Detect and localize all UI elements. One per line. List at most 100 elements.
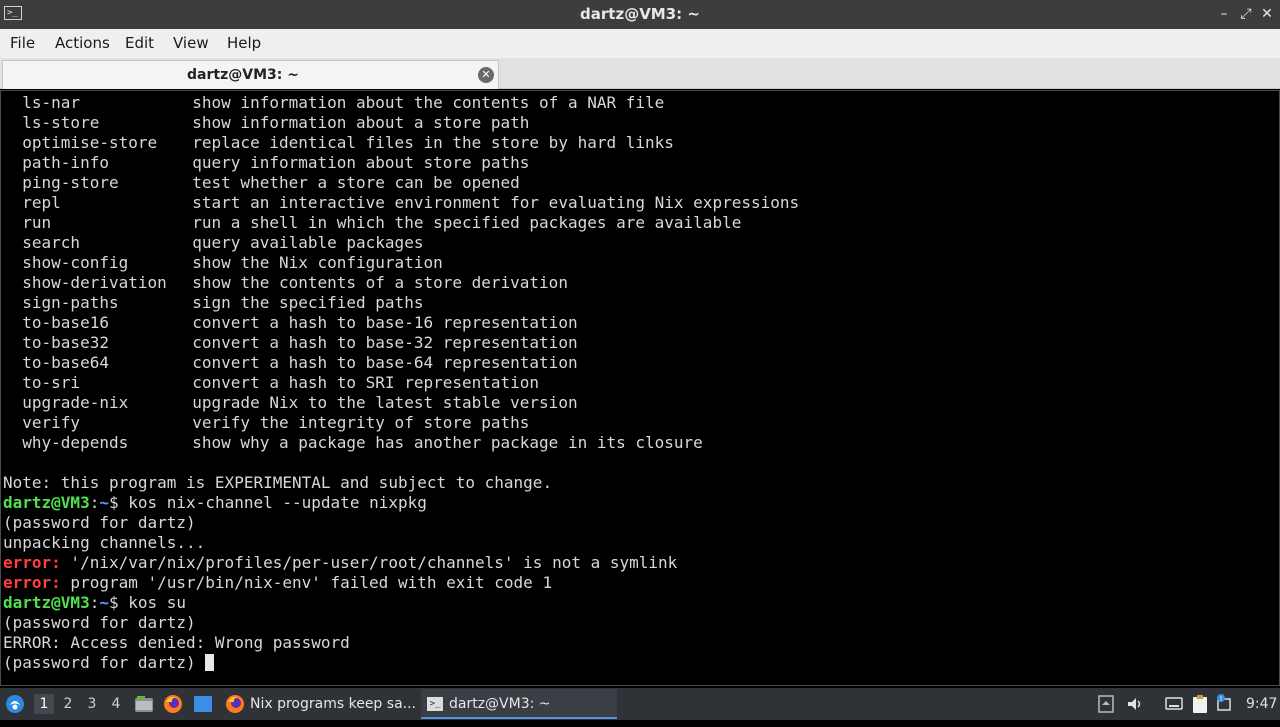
help-command-row: path-info query information about store p… <box>3 153 799 173</box>
command-name: sign-paths <box>22 293 119 312</box>
prompt-user: dartz@VM3 <box>3 593 90 612</box>
show-desktop-icon[interactable] <box>193 688 215 720</box>
prompt-path: ~ <box>99 493 109 512</box>
network-icon[interactable]: ! <box>1215 688 1235 720</box>
command-name: repl <box>22 193 61 212</box>
help-command-row: run run a shell in which the specified pa… <box>3 213 799 233</box>
workspace-1[interactable]: 1 <box>34 694 54 714</box>
command-line-1: dartz@VM3:~$ kos nix-channel --update ni… <box>3 493 799 513</box>
command-description: upgrade Nix to the latest stable version <box>192 393 578 412</box>
menu-view[interactable]: View <box>173 29 209 58</box>
command-description: start an interactive environment for eva… <box>192 193 800 212</box>
error-label: error: <box>3 553 61 572</box>
command-name: path-info <box>22 153 109 172</box>
row-indent <box>3 213 22 232</box>
workspace-2[interactable]: 2 <box>58 694 78 714</box>
command-name: ls-nar <box>22 93 81 112</box>
help-command-row: verify verify the integrity of store path… <box>3 413 799 433</box>
command-description: show the Nix configuration <box>192 253 443 272</box>
help-command-row: ping-store test whether a store can be op… <box>3 173 799 193</box>
window-titlebar: >_ dartz@VM3: ~ – ⤢ ✕ <box>0 0 1280 29</box>
command-name: optimise-store <box>22 133 158 152</box>
command-name: upgrade-nix <box>22 393 129 412</box>
prompt-colon: : <box>89 593 100 612</box>
task-terminal[interactable]: >_ dartz@VM3: ~ <box>421 689 617 719</box>
help-command-row: optimise-store replace identical files in… <box>3 133 799 153</box>
row-indent <box>3 293 22 312</box>
window-title: dartz@VM3: ~ <box>580 5 700 23</box>
command-description: show information about the contents of a… <box>192 93 665 112</box>
row-indent <box>3 253 22 272</box>
tab-strip: dartz@VM3: ~ ✕ <box>0 58 1280 89</box>
prompt-end: $ <box>108 593 119 612</box>
restore-icon[interactable]: ⤢ <box>1236 4 1256 24</box>
firefox-icon[interactable] <box>163 688 185 720</box>
command-name: to-base64 <box>22 353 109 372</box>
close-icon[interactable]: ✕ <box>1257 4 1277 24</box>
tab-title: dartz@VM3: ~ <box>187 67 299 83</box>
prompt-colon: : <box>89 493 100 512</box>
command-name: to-base16 <box>22 313 109 332</box>
terminal-view[interactable]: ls-nar show information about the content… <box>0 90 1280 686</box>
help-command-row: show-derivation show the contents of a st… <box>3 273 799 293</box>
command-name: verify <box>22 413 81 432</box>
menu-edit[interactable]: Edit <box>125 29 154 58</box>
password-prompt-current[interactable]: (password for dartz) <box>3 653 799 673</box>
command-description: replace identical files in the store by … <box>192 133 674 152</box>
row-indent <box>3 113 22 132</box>
workspace-4[interactable]: 4 <box>106 694 126 714</box>
clock[interactable]: 9:47 <box>1246 688 1278 720</box>
command-name: show-config <box>22 253 129 272</box>
help-command-row: search query available packages <box>3 233 799 253</box>
task-firefox[interactable]: Nix programs keep sa... <box>220 689 418 719</box>
password-prompt: (password for dartz) <box>3 613 196 632</box>
error-text: '/nix/var/nix/profiles/per-user/root/cha… <box>60 553 678 572</box>
start-menu-icon[interactable] <box>4 688 28 720</box>
command-name: to-sri <box>22 373 81 392</box>
error-line-2: error: program '/usr/bin/nix-env' failed… <box>3 573 799 593</box>
command-description: query available packages <box>192 233 424 252</box>
error-text: program '/usr/bin/nix-env' failed with e… <box>60 573 553 592</box>
command-description: query information about store paths <box>192 153 530 172</box>
file-manager-icon[interactable] <box>134 688 156 720</box>
help-command-row: ls-store show information about a store p… <box>3 113 799 133</box>
minimize-icon[interactable]: – <box>1214 4 1234 24</box>
task-label: Nix programs keep sa... <box>250 696 415 712</box>
row-indent <box>3 273 22 292</box>
terminal-icon: >_ <box>427 697 443 711</box>
row-indent <box>3 153 22 172</box>
command-list: ls-nar show information about the content… <box>3 93 799 453</box>
tray-arrow-icon[interactable] <box>1098 688 1116 720</box>
menu-file[interactable]: File <box>10 29 35 58</box>
row-indent <box>3 413 22 432</box>
row-indent <box>3 373 22 392</box>
volume-icon[interactable] <box>1126 688 1146 720</box>
row-indent <box>3 193 22 212</box>
help-command-row: to-base64 convert a hash to base-64 repre… <box>3 353 799 373</box>
row-indent <box>3 93 22 112</box>
password-prompt-text: (password for dartz) <box>3 653 206 672</box>
tab-terminal[interactable]: dartz@VM3: ~ ✕ <box>2 60 499 89</box>
help-command-row: why-depends show why a package has anothe… <box>3 433 799 453</box>
menu-help[interactable]: Help <box>227 29 261 58</box>
help-command-row: to-base32 convert a hash to base-32 repre… <box>3 333 799 353</box>
svg-text:!: ! <box>1220 695 1223 703</box>
command-line-2: dartz@VM3:~$ kos su <box>3 593 799 613</box>
row-indent <box>3 433 22 452</box>
clipboard-icon[interactable] <box>1191 688 1211 720</box>
command-name: ls-store <box>22 113 100 132</box>
command-name: show-derivation <box>22 273 167 292</box>
row-indent <box>3 133 22 152</box>
help-command-row: show-config show the Nix configuration <box>3 253 799 273</box>
workspace-3[interactable]: 3 <box>82 694 102 714</box>
prompt-user: dartz@VM3 <box>3 493 90 512</box>
help-command-row: ls-nar show information about the content… <box>3 93 799 113</box>
command-description: verify the integrity of store paths <box>192 413 530 432</box>
command-text: kos su <box>118 593 187 612</box>
tab-close-icon[interactable]: ✕ <box>478 67 494 83</box>
command-description: test whether a store can be opened <box>192 173 520 192</box>
keyboard-icon[interactable] <box>1165 688 1185 720</box>
row-indent <box>3 333 22 352</box>
menu-actions[interactable]: Actions <box>55 29 110 58</box>
